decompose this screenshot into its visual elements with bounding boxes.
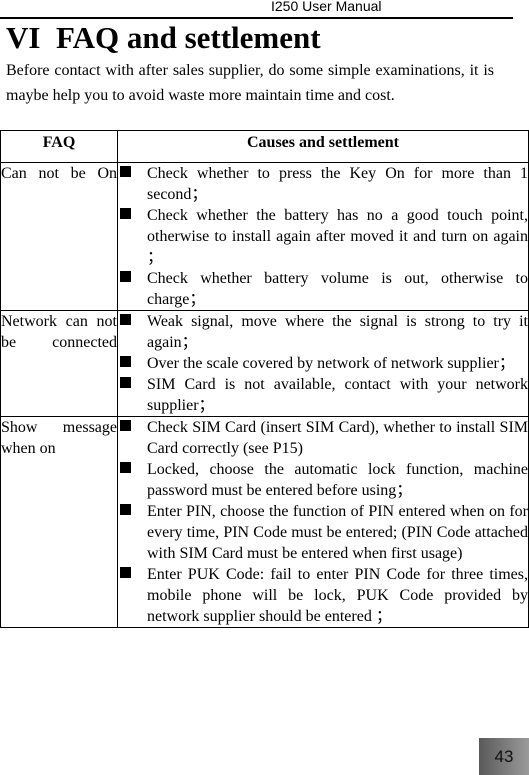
cause-item: Locked, choose the automatic lock functi… <box>118 459 528 501</box>
column-header-faq: FAQ <box>0 130 118 163</box>
cause-item: SIM Card is not available, contact with … <box>118 374 528 416</box>
table-header-row: FAQ Causes and settlement <box>0 130 529 163</box>
cause-text: Check whether battery volume is out, oth… <box>147 270 528 308</box>
cause-text: Check whether to press the Key On for mo… <box>147 165 528 203</box>
square-bullet-icon <box>120 567 131 578</box>
square-bullet-icon <box>120 208 131 219</box>
square-bullet-icon <box>120 314 131 325</box>
cause-item: Check whether the battery has no a good … <box>118 205 528 268</box>
intro-paragraph: Before contact with after sales supplier… <box>6 62 494 104</box>
faq-causes: Weak signal, move where the signal is st… <box>117 310 529 417</box>
causes-list: Weak signal, move where the signal is st… <box>118 311 528 416</box>
cause-text: Check SIM Card (insert SIM Card), whethe… <box>147 419 528 457</box>
cause-text: Check whether the battery has no a good … <box>147 207 528 266</box>
square-bullet-icon <box>120 271 131 282</box>
table-row: Can not be On Check whether to press the… <box>0 162 529 311</box>
cause-text: Enter PIN, choose the function of PIN en… <box>147 503 528 562</box>
causes-list: Check SIM Card (insert SIM Card), whethe… <box>118 417 528 627</box>
running-header-title: I250 User Manual <box>271 0 382 14</box>
faq-question: Show message when on <box>0 416 118 628</box>
faq-question-text: Can not be On <box>1 165 117 182</box>
square-bullet-icon <box>120 462 131 473</box>
faq-question-text: Show message when on <box>1 419 117 457</box>
cause-text: Over the scale covered by network of net… <box>147 355 515 372</box>
square-bullet-icon <box>120 420 131 431</box>
cause-text: Weak signal, move where the signal is st… <box>147 313 528 351</box>
cause-item: Weak signal, move where the signal is st… <box>118 311 528 353</box>
faq-question: Network can not be connected <box>0 310 118 417</box>
table-row: Show message when on Check SIM Card (ins… <box>0 416 529 628</box>
page-number: 43 <box>479 738 529 775</box>
running-header: I250 User Manual <box>0 0 513 19</box>
cause-item: Enter PUK Code: fail to enter PIN Code f… <box>118 564 528 627</box>
cause-item: Over the scale covered by network of net… <box>118 353 528 374</box>
faq-question-text: Network can not be connected <box>1 313 117 351</box>
square-bullet-icon <box>120 356 131 367</box>
section-title: VI FAQ and settlement <box>6 20 321 55</box>
causes-list: Check whether to press the Key On for mo… <box>118 163 528 310</box>
cause-item: Check SIM Card (insert SIM Card), whethe… <box>118 417 528 459</box>
cause-text: SIM Card is not available, contact with … <box>147 376 528 414</box>
table-row: Network can not be connected Weak signal… <box>0 310 529 417</box>
faq-causes: Check SIM Card (insert SIM Card), whethe… <box>117 416 529 628</box>
cause-item: Check whether battery volume is out, oth… <box>118 268 528 310</box>
faq-question: Can not be On <box>0 162 118 311</box>
cause-item: Check whether to press the Key On for mo… <box>118 163 528 205</box>
cause-item: Enter PIN, choose the function of PIN en… <box>118 501 528 564</box>
square-bullet-icon <box>120 166 131 177</box>
faq-table: FAQ Causes and settlement Can not be On … <box>0 130 529 628</box>
faq-causes: Check whether to press the Key On for mo… <box>117 162 529 311</box>
square-bullet-icon <box>120 377 131 388</box>
square-bullet-icon <box>120 504 131 515</box>
cause-text: Locked, choose the automatic lock functi… <box>147 461 528 499</box>
column-header-causes: Causes and settlement <box>117 130 529 163</box>
cause-text: Enter PUK Code: fail to enter PIN Code f… <box>147 566 528 625</box>
